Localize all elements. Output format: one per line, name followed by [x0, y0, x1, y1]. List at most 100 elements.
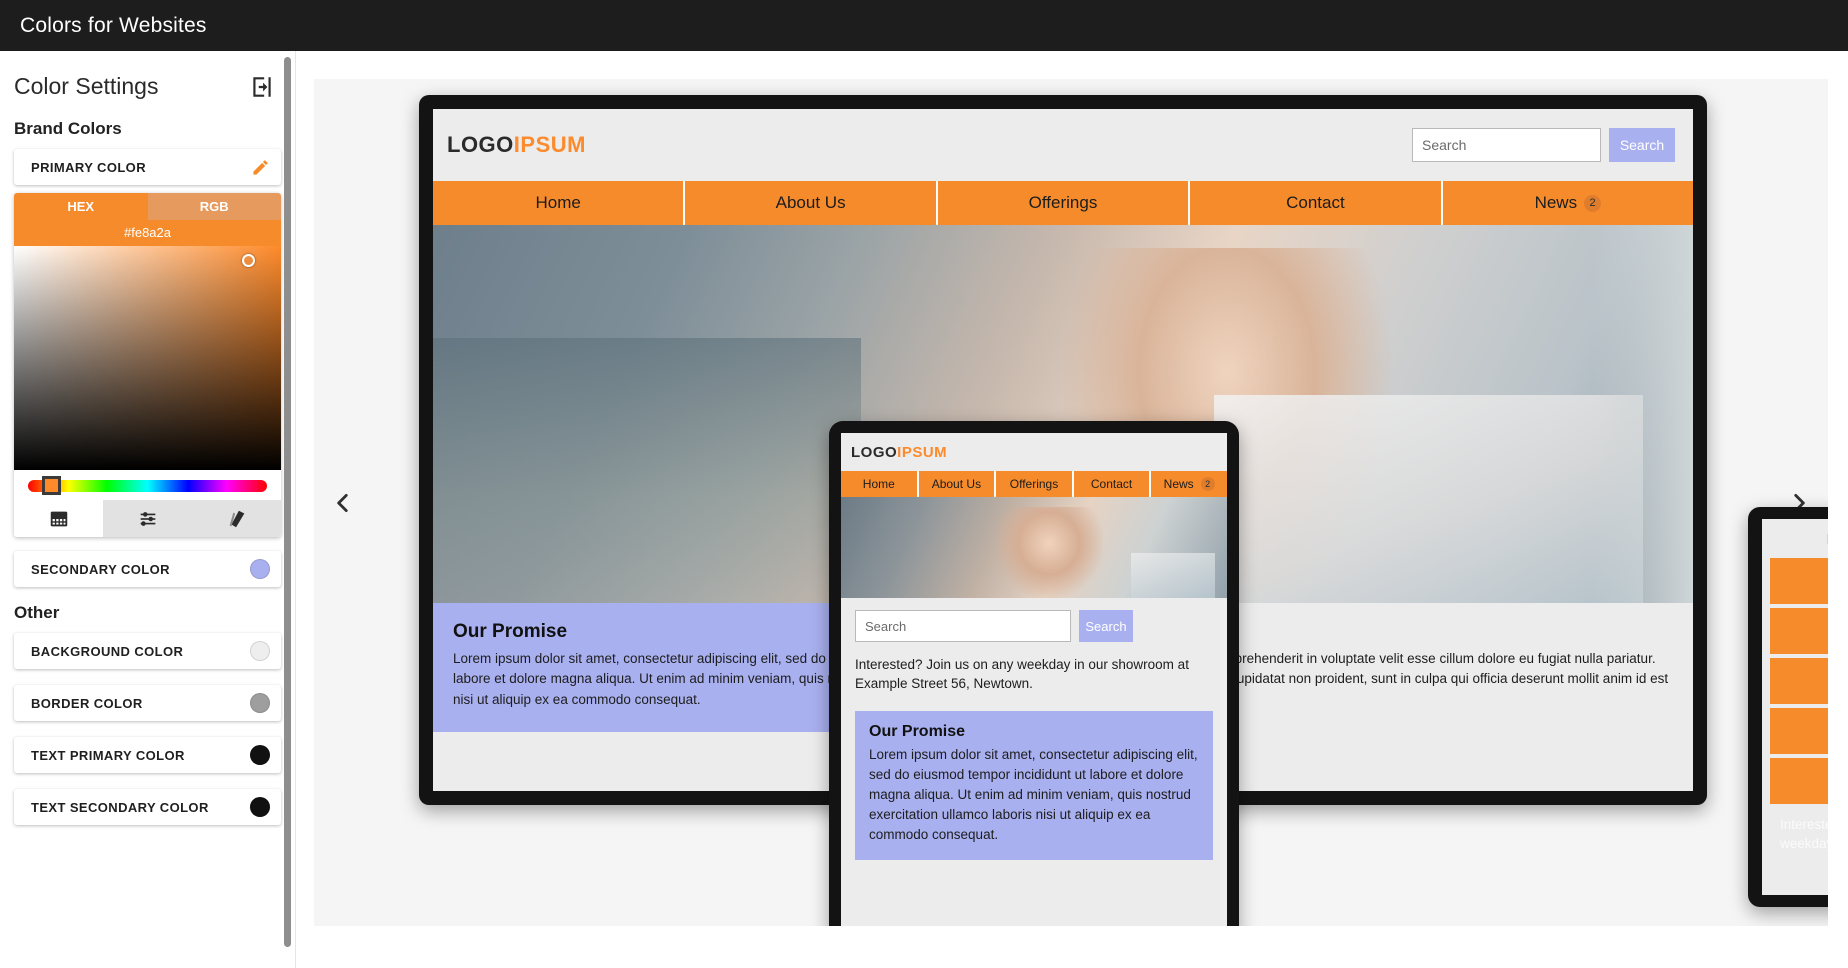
background-color-row[interactable]: BACKGROUND COLOR — [14, 633, 281, 669]
brand-colors-label: Brand Colors — [14, 119, 122, 138]
sidebar-scrollbar[interactable] — [284, 57, 291, 947]
text-secondary-color-row[interactable]: TEXT SECONDARY COLOR — [14, 789, 281, 825]
logo-text-secondary: IPSUM — [513, 132, 586, 157]
nav-label: News — [1163, 477, 1194, 491]
text-primary-color-swatch[interactable] — [250, 745, 270, 765]
logo: LOGOIPSUM — [447, 132, 586, 158]
hue-slider[interactable] — [28, 476, 267, 495]
hero-photo-accent-3 — [433, 338, 862, 603]
hex-value-display[interactable]: #fe8a2a — [14, 220, 281, 246]
nav-label: Offerings — [1028, 193, 1098, 212]
logo: LOGOIPSUM — [851, 444, 947, 461]
hue-slider-wrap — [14, 470, 281, 500]
nav-item-contact[interactable]: Contact — [1770, 708, 1828, 754]
secondary-color-label: SECONDARY COLOR — [31, 561, 170, 577]
nav-item-contact[interactable]: Contact — [1190, 181, 1443, 225]
nav-item-home[interactable]: Home — [841, 471, 919, 497]
search-input[interactable]: Search — [1412, 128, 1601, 162]
text-secondary-color-swatch[interactable] — [250, 797, 270, 817]
preview-panel: LOGO IPSUM Search Search Home About Us O… — [296, 51, 1848, 968]
tablet-preview-device: LOGO IPSUM Home About Us Offerings Conta… — [829, 421, 1239, 926]
hero-photo-accent-1 — [995, 507, 1104, 598]
border-color-swatch[interactable] — [250, 693, 270, 713]
nav-label: Home — [862, 477, 895, 491]
other-section-label: Other — [14, 603, 60, 622]
tablet-site-nav: Home About Us Offerings Contact News 2 — [841, 471, 1227, 497]
nav-item-about-us[interactable]: About Us — [919, 471, 997, 497]
nav-item-offerings[interactable]: Offerings — [1770, 658, 1828, 704]
text-primary-color-label: TEXT PRIMARY COLOR — [31, 747, 185, 763]
picker-mode-tabs — [14, 500, 281, 537]
nav-item-home[interactable]: Home — [1770, 558, 1828, 604]
card-title: Our Promise — [869, 723, 966, 741]
nav-item-news[interactable]: News 2 — [1443, 181, 1693, 225]
primary-color-row[interactable]: PRIMARY COLOR — [14, 149, 281, 185]
news-badge: 2 — [1584, 194, 1602, 212]
sliders-icon[interactable] — [103, 500, 192, 537]
tab-hex[interactable]: HEX — [14, 193, 148, 220]
nav-item-about-us[interactable]: About Us — [1770, 608, 1828, 654]
nav-item-contact[interactable]: Contact — [1074, 471, 1152, 497]
hero-photo-accent-2 — [1130, 552, 1216, 598]
logo: LOGOIPSUM — [1770, 527, 1828, 558]
search-button[interactable]: Search — [1079, 610, 1133, 642]
logo-text-primary: LOGO — [851, 443, 898, 461]
tablet-search-section: Search Search Interested? Join us on any… — [841, 598, 1227, 704]
nav-item-about-us[interactable]: About Us — [685, 181, 938, 225]
text-secondary-color-label: TEXT SECONDARY COLOR — [31, 799, 209, 815]
desktop-search-group: Search Search — [1412, 128, 1675, 162]
desktop-site-header: LOGO IPSUM Search Search — [433, 109, 1693, 181]
nav-label: About Us — [775, 193, 846, 212]
secondary-color-swatch[interactable] — [250, 559, 270, 579]
app-title-bar: Colors for Websites — [0, 0, 1848, 51]
tablet-site-header: LOGO IPSUM — [841, 433, 1227, 471]
nav-label: Contact — [1090, 477, 1133, 491]
tablet-preview-screen: LOGO IPSUM Home About Us Offerings Conta… — [841, 433, 1227, 926]
desktop-site-nav: Home About Us Offerings Contact News 2 — [433, 181, 1693, 225]
nav-label: Home — [535, 193, 581, 212]
mobile-footer-text: Interested? Join us on any weekday in ou… — [1780, 817, 1828, 851]
search-button[interactable]: Search — [1609, 128, 1675, 162]
nav-item-news[interactable]: News 2 — [1151, 471, 1227, 497]
saturation-value-area[interactable] — [14, 246, 281, 470]
hue-handle[interactable] — [42, 476, 61, 495]
news-badge: 2 — [1200, 477, 1215, 491]
nav-item-offerings[interactable]: Offerings — [938, 181, 1191, 225]
saturation-handle[interactable] — [242, 254, 255, 267]
search-input[interactable]: Search — [855, 610, 1071, 642]
primary-color-label: PRIMARY COLOR — [31, 159, 146, 175]
picker-format-tabs: HEX RGB — [14, 193, 281, 220]
main-body: Color Settings Brand Colors PRIMARY COLO… — [0, 51, 1848, 968]
background-color-swatch[interactable] — [250, 641, 270, 661]
pencil-icon[interactable] — [251, 158, 270, 177]
tablet-search-group: Search Search — [855, 610, 1213, 642]
tab-rgb[interactable]: RGB — [147, 193, 281, 220]
secondary-color-row[interactable]: SECONDARY COLOR — [14, 551, 281, 587]
background-color-label: BACKGROUND COLOR — [31, 643, 184, 659]
logo-text-primary: LOGO — [447, 132, 514, 157]
showroom-text: Interested? Join us on any weekday in ou… — [855, 657, 1189, 691]
page-title: Color Settings — [14, 73, 159, 99]
color-picker[interactable]: HEX RGB #fe8a2a — [14, 193, 281, 537]
logo-text-secondary: IPSUM — [897, 443, 948, 461]
gradient-grid-icon[interactable] — [14, 500, 103, 537]
card-body: Lorem ipsum dolor sit amet, consectetur … — [869, 747, 1198, 842]
logo-text-primary: LOGO — [1827, 531, 1828, 548]
nav-item-offerings[interactable]: Offerings — [996, 471, 1074, 497]
hero-image — [841, 497, 1227, 598]
nav-label: Offerings — [1009, 477, 1059, 491]
hero-photo-accent-4 — [1592, 225, 1693, 603]
nav-item-news[interactable]: News 2 — [1770, 758, 1828, 804]
preview-stage: LOGO IPSUM Search Search Home About Us O… — [314, 79, 1828, 926]
border-color-row[interactable]: BORDER COLOR — [14, 685, 281, 721]
chevron-left-icon[interactable] — [328, 488, 358, 518]
mobile-preview-screen: LOGOIPSUM Home About Us Offerings Contac… — [1762, 519, 1828, 895]
nav-label: About Us — [931, 477, 982, 491]
border-color-label: BORDER COLOR — [31, 695, 143, 711]
palette-fan-icon[interactable] — [192, 500, 281, 537]
text-primary-color-row[interactable]: TEXT PRIMARY COLOR — [14, 737, 281, 773]
nav-item-home[interactable]: Home — [433, 181, 686, 225]
hero-photo-accent-2 — [1214, 395, 1643, 603]
exit-to-app-icon[interactable] — [249, 74, 275, 100]
mobile-preview-device: LOGOIPSUM Home About Us Offerings Contac… — [1748, 507, 1828, 907]
